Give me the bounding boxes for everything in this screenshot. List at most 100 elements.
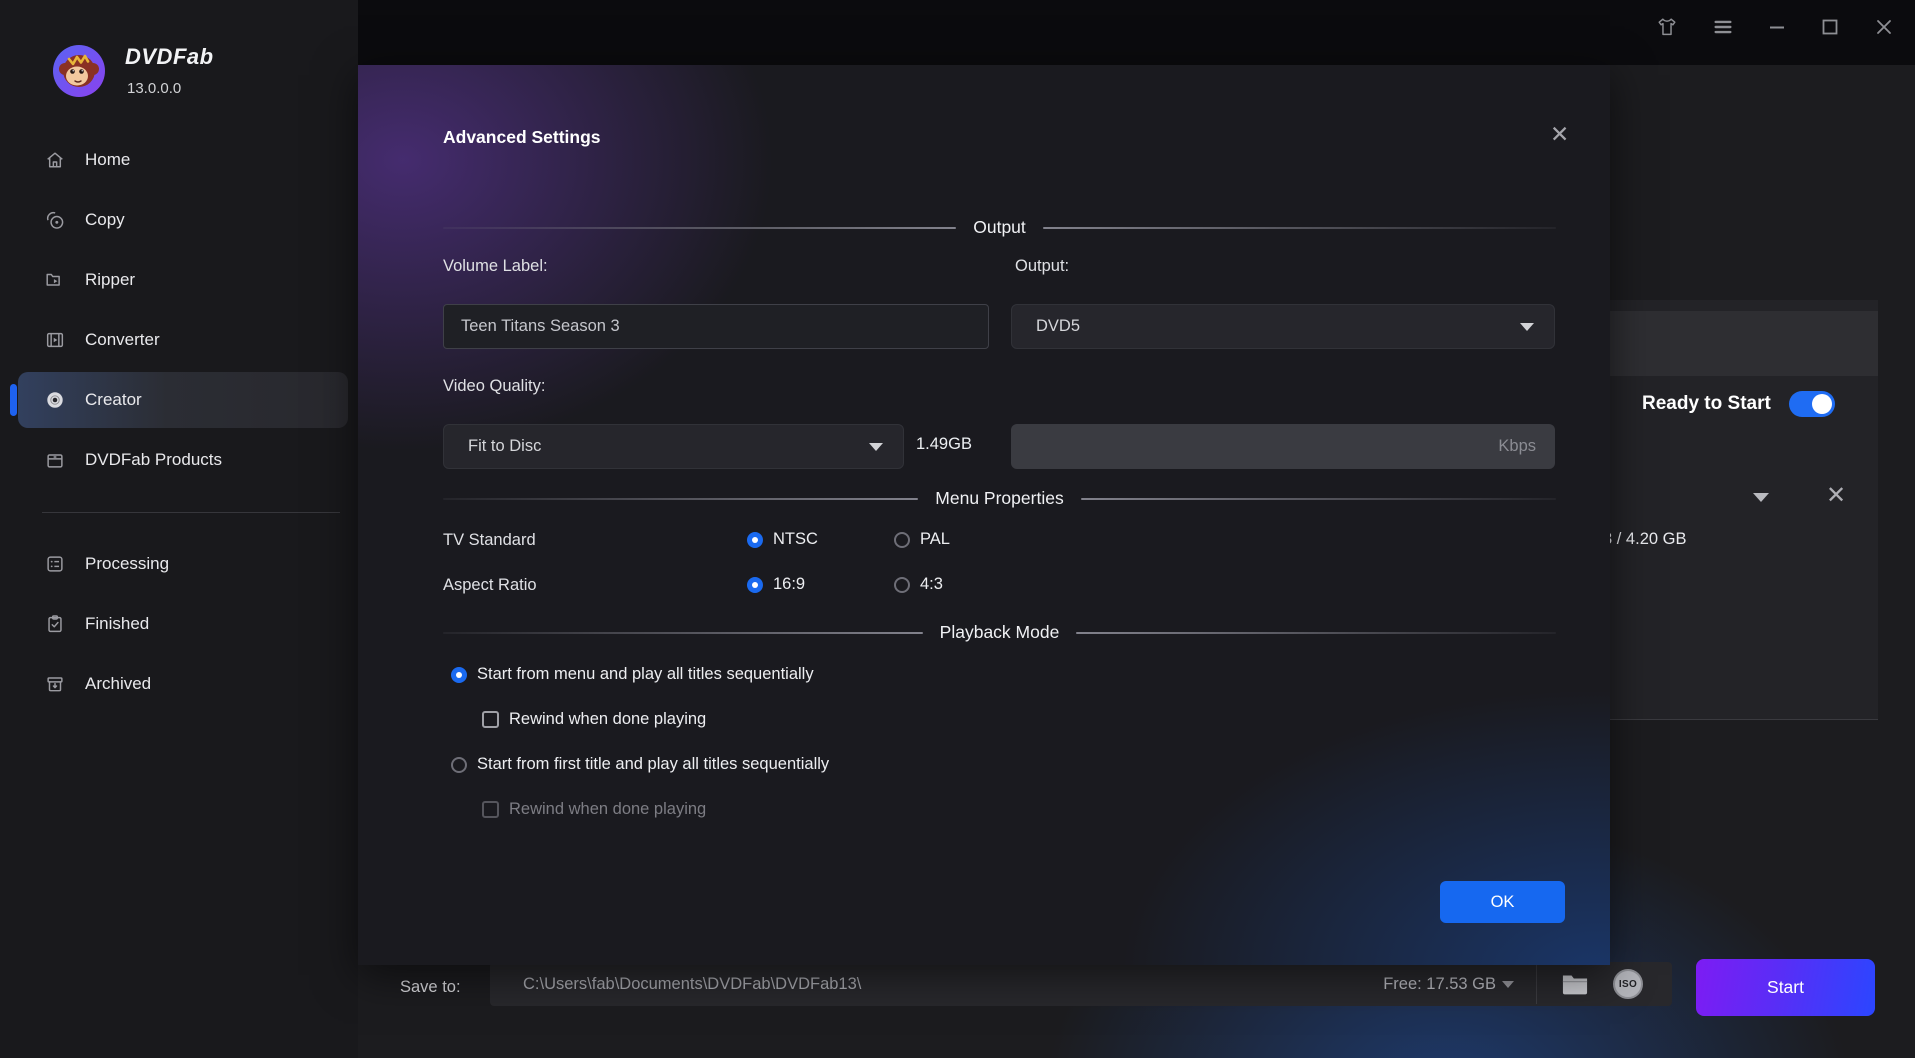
free-space-value: Free: 17.53 GB [1383, 975, 1496, 994]
task-status-row: Ready to Start [1642, 391, 1835, 417]
sidebar-item-label: Copy [85, 210, 125, 230]
task-size-info: 3 / 4.20 GB [1603, 530, 1686, 549]
dialog-close-icon[interactable]: ✕ [1550, 121, 1569, 148]
sidebar-item-ripper[interactable]: Ripper [18, 252, 348, 308]
tv-standard-label: TV Standard [443, 531, 536, 550]
dialog-title: Advanced Settings [443, 127, 601, 148]
volume-label-input[interactable] [443, 304, 989, 349]
radio-on-icon[interactable] [747, 577, 763, 593]
section-header-menu-properties: Menu Properties [443, 488, 1556, 509]
sidebar-item-dvdfab-products[interactable]: DVDFab Products [18, 432, 348, 488]
sidebar-item-finished[interactable]: Finished [18, 596, 348, 652]
folder-icon [1561, 973, 1589, 996]
aspect-ratio-label: Aspect Ratio [443, 576, 537, 595]
home-icon [44, 149, 66, 171]
sidebar-item-archived[interactable]: Archived [18, 656, 348, 712]
finished-clipboard-icon [44, 613, 66, 635]
advanced-settings-dialog: Advanced Settings ✕ Output Volume Label:… [358, 65, 1610, 965]
radio-ntsc[interactable]: NTSC [747, 530, 818, 549]
sidebar-item-processing[interactable]: Processing [18, 536, 348, 592]
task-close-icon[interactable]: ✕ [1826, 481, 1846, 510]
section-line [1043, 227, 1556, 229]
save-path-value[interactable]: C:\Users\fab\Documents\DVDFab\DVDFab13\ [523, 975, 861, 994]
ripper-icon [44, 269, 66, 291]
radio-4-3[interactable]: 4:3 [894, 575, 943, 594]
ok-button[interactable]: OK [1440, 881, 1565, 923]
section-title: Playback Mode [940, 622, 1060, 643]
dvdfab-window: DVDFab 13.0.0.0 Home Copy Ripper Convert… [0, 0, 1915, 1058]
radio-start-from-first-title[interactable]: Start from first title and play all titl… [451, 755, 829, 774]
radio-on-icon[interactable] [747, 532, 763, 548]
chevron-down-icon [869, 443, 883, 451]
bitrate-input[interactable] [1011, 424, 1555, 469]
output-type-dropdown[interactable]: DVD5 [1011, 304, 1555, 349]
output-caption: Output: [1015, 257, 1069, 276]
radio-16-9[interactable]: 16:9 [747, 575, 805, 594]
sidebar-item-creator[interactable]: Creator [18, 372, 348, 428]
chevron-down-icon [1502, 981, 1514, 988]
section-header-playback-mode: Playback Mode [443, 622, 1556, 643]
checkbox-rewind-2[interactable]: Rewind when done playing [482, 800, 706, 819]
checkbox-rewind-1[interactable]: Rewind when done playing [482, 710, 706, 729]
iso-output-button[interactable]: ISO [1613, 969, 1643, 999]
checkbox-unchecked-icon[interactable] [482, 801, 499, 818]
volume-label-caption: Volume Label: [443, 257, 548, 276]
toggle-knob [1812, 394, 1832, 414]
section-line [443, 632, 923, 634]
products-box-icon [44, 449, 66, 471]
sidebar-item-copy[interactable]: Copy [18, 192, 348, 248]
sidebar-item-converter[interactable]: Converter [18, 312, 348, 368]
main-content: Ready to Start ✕ 3 / 4.20 GB Save to: C:… [358, 65, 1915, 1058]
sidebar-item-label: DVDFab Products [85, 450, 222, 470]
chevron-down-icon [1520, 323, 1534, 331]
maximize-icon[interactable] [1813, 10, 1847, 44]
section-line [1081, 498, 1556, 500]
radio-off-icon[interactable] [894, 532, 910, 548]
section-header-output: Output [443, 217, 1556, 238]
radio-on-icon[interactable] [451, 667, 467, 683]
task-expand-caret-icon[interactable] [1753, 493, 1769, 502]
video-quality-dropdown[interactable]: Fit to Disc [443, 424, 904, 469]
radio-start-from-menu[interactable]: Start from menu and play all titles sequ… [451, 665, 814, 684]
status-badge: Ready to Start [1642, 393, 1771, 415]
save-to-label: Save to: [400, 978, 461, 997]
skin-icon[interactable] [1650, 10, 1684, 44]
checkbox-label: Rewind when done playing [509, 710, 706, 729]
sidebar-item-label: Converter [85, 330, 160, 350]
radio-off-icon[interactable] [451, 757, 467, 773]
radio-label: Start from first title and play all titl… [477, 755, 829, 774]
close-icon[interactable] [1867, 10, 1901, 44]
checkbox-label: Rewind when done playing [509, 800, 706, 819]
radio-off-icon[interactable] [894, 577, 910, 593]
section-line [1076, 632, 1556, 634]
free-space-dropdown[interactable]: Free: 17.53 GB [1383, 975, 1514, 994]
browse-folder-button[interactable] [1561, 973, 1589, 996]
sidebar-item-label: Processing [85, 554, 169, 574]
sidebar-item-home[interactable]: Home [18, 132, 348, 188]
ready-toggle[interactable] [1789, 391, 1835, 417]
radio-pal[interactable]: PAL [894, 530, 950, 549]
minimize-icon[interactable] [1760, 10, 1794, 44]
sidebar: DVDFab 13.0.0.0 Home Copy Ripper Convert… [0, 0, 358, 1058]
output-type-value: DVD5 [1036, 317, 1520, 336]
sidebar-divider [42, 512, 340, 513]
sidebar-item-label: Finished [85, 614, 149, 634]
start-button-label: Start [1767, 977, 1804, 998]
creator-icon [44, 389, 66, 411]
save-path-field: C:\Users\fab\Documents\DVDFab\DVDFab13\ … [490, 962, 1672, 1006]
estimated-size: 1.49GB [916, 435, 972, 454]
title-bar [358, 0, 1915, 65]
menu-icon[interactable] [1706, 10, 1740, 44]
converter-icon [44, 329, 66, 351]
checkbox-unchecked-icon[interactable] [482, 711, 499, 728]
copy-icon [44, 209, 66, 231]
sidebar-item-label: Archived [85, 674, 151, 694]
radio-label: 4:3 [920, 575, 943, 594]
radio-label: 16:9 [773, 575, 805, 594]
video-quality-caption: Video Quality: [443, 377, 545, 396]
section-line [443, 498, 918, 500]
field-divider [1536, 964, 1537, 1004]
sidebar-item-label: Creator [85, 390, 142, 410]
task-preview-box [1610, 311, 1878, 376]
start-button[interactable]: Start [1696, 959, 1875, 1016]
